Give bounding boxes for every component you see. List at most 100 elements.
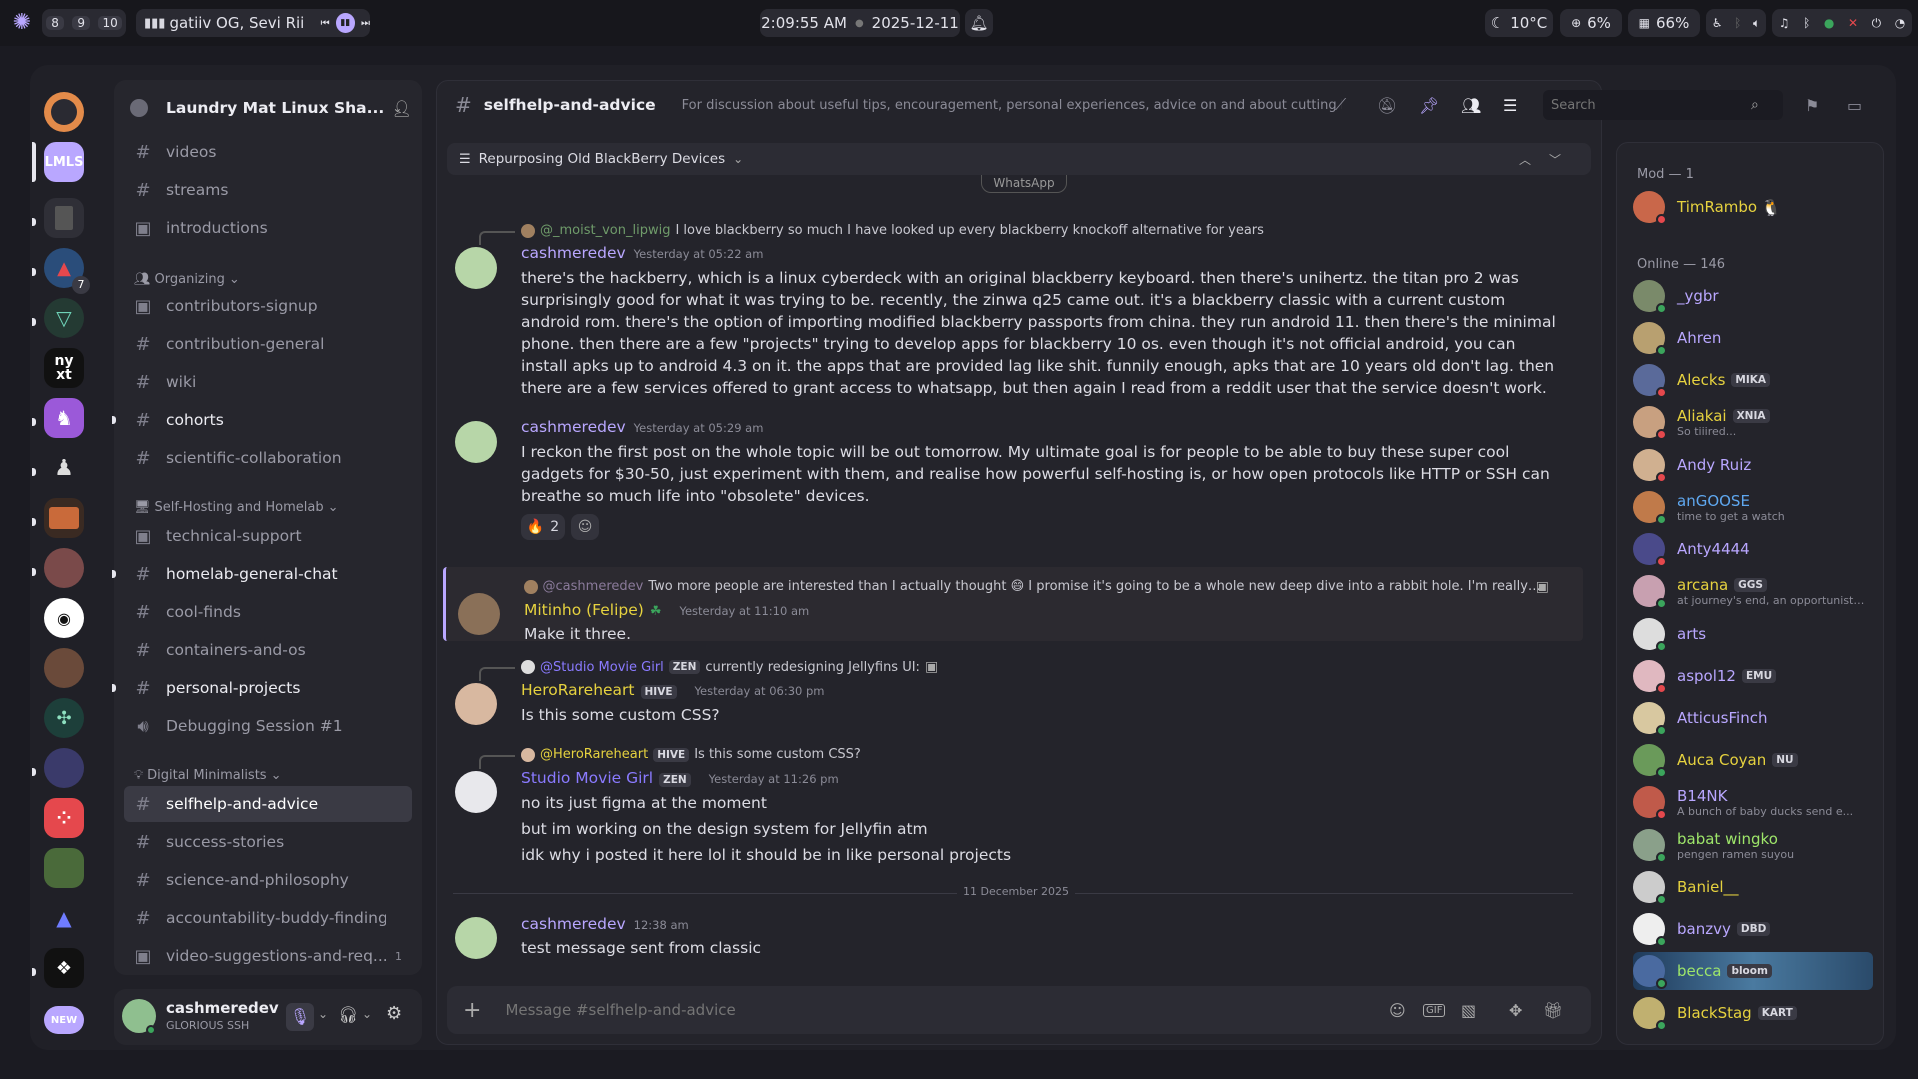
- gift-icon[interactable]: 🎁︎: [1543, 1001, 1563, 1020]
- search-input[interactable]: [1551, 97, 1751, 113]
- emoji-icon[interactable]: ☺: [1389, 1001, 1406, 1020]
- channel-item[interactable]: # contribution-general: [124, 326, 412, 362]
- server-unicorn[interactable]: ♞: [44, 398, 84, 438]
- message-author[interactable]: HeroRareheart: [521, 681, 635, 699]
- sticker-icon[interactable]: ▧: [1461, 1001, 1476, 1020]
- server-gpu[interactable]: ◉: [44, 598, 84, 638]
- member-item[interactable]: aspol12 EMU: [1633, 657, 1873, 695]
- add-reaction-icon[interactable]: ☺: [571, 514, 599, 540]
- server-tree[interactable]: [44, 848, 84, 888]
- member-item[interactable]: becca bloom: [1633, 952, 1873, 990]
- channel-item[interactable]: ▣ contributors-signup: [124, 288, 412, 324]
- channel-item[interactable]: # success-stories: [124, 824, 412, 860]
- pause-icon[interactable]: ▮▮: [335, 13, 355, 33]
- server-fox[interactable]: ❖: [44, 948, 84, 988]
- channel-item[interactable]: # accountability-buddy-finding: [124, 900, 412, 936]
- avatar[interactable]: [455, 421, 497, 463]
- server-new[interactable]: NEW: [44, 1006, 84, 1034]
- channel-item[interactable]: 🔊︎ Debugging Session #1: [124, 708, 412, 744]
- bluetooth-icon[interactable]: ᛒ: [1803, 16, 1810, 30]
- avatar-home[interactable]: [44, 92, 84, 132]
- member-item[interactable]: BlackStag KART: [1633, 994, 1873, 1032]
- member-item[interactable]: Alecks MIKA: [1633, 361, 1873, 399]
- channel-item[interactable]: # scientific-collaboration: [124, 440, 412, 476]
- member-item[interactable]: Aliakai XNIA So tiiired...: [1633, 403, 1873, 441]
- thread-bar[interactable]: ☰ Repurposing Old BlackBerry Devices ⌄ ︿…: [447, 143, 1591, 175]
- channel-item[interactable]: # science-and-philosophy: [124, 862, 412, 898]
- mic-options-chevron-icon[interactable]: ⌄: [318, 1007, 328, 1021]
- member-item[interactable]: Baniel__: [1633, 868, 1873, 906]
- server-retro[interactable]: [44, 498, 84, 538]
- message-author[interactable]: Mitinho (Felipe): [524, 601, 644, 619]
- vpn-icon[interactable]: ●: [1824, 16, 1834, 30]
- server-blackberry[interactable]: ⁘: [44, 798, 84, 838]
- server-nyxt[interactable]: ny xt: [44, 348, 84, 388]
- settings-icon[interactable]: ✺: [10, 11, 34, 35]
- avatar[interactable]: [455, 917, 497, 959]
- channel-item[interactable]: # streams: [124, 172, 412, 208]
- reaction-fire[interactable]: 🔥 2: [521, 514, 565, 540]
- channel-item[interactable]: # selfhelp-and-advice: [124, 786, 412, 822]
- message-author[interactable]: cashmeredev: [521, 244, 626, 262]
- member-list-icon[interactable]: 👥︎: [1461, 96, 1481, 115]
- avatar[interactable]: [455, 771, 497, 813]
- power-icon[interactable]: ⏻: [1872, 16, 1882, 31]
- notification-bell-icon[interactable]: 🔔︎: [965, 9, 993, 37]
- member-item[interactable]: arcana GGS at journey's end, an opportunis…: [1633, 572, 1873, 610]
- channel-item[interactable]: # wiki: [124, 364, 412, 400]
- server-hex[interactable]: ✣: [44, 698, 84, 738]
- pin-icon[interactable]: 📌︎: [1419, 96, 1439, 115]
- bluetooth-off-icon[interactable]: ᛒ: [1734, 16, 1741, 30]
- reply-preview[interactable]: @Studio Movie Girl ZEN currently redesig…: [479, 659, 938, 681]
- member-item[interactable]: AtticusFinch: [1633, 699, 1873, 737]
- member-item[interactable]: Ahren: [1633, 319, 1873, 357]
- member-item[interactable]: Andy Ruiz: [1633, 446, 1873, 484]
- reply-preview[interactable]: @_moist_von_lipwig I love blackberry so …: [479, 223, 1264, 245]
- channel-item[interactable]: ▣ technical-support: [124, 518, 412, 554]
- volume-icon[interactable]: 🔈︎: [1753, 16, 1760, 31]
- server-selfhost[interactable]: [44, 748, 84, 788]
- message-input[interactable]: [505, 1001, 1366, 1019]
- channel-item[interactable]: # cool-finds: [124, 594, 412, 630]
- chevron-up-icon[interactable]: ︿: [1519, 151, 1531, 168]
- add-attachment-icon[interactable]: +: [463, 998, 481, 1023]
- member-item[interactable]: B14NK A bunch of baby ducks send e...: [1633, 783, 1873, 821]
- gear-icon[interactable]: ⚙: [386, 1003, 402, 1024]
- channel-category[interactable]: 👥︎ Organizing ⌄: [134, 272, 240, 287]
- accessibility-icon[interactable]: ♿︎: [1712, 16, 1723, 30]
- channel-item[interactable]: # homelab-general-chat: [112, 556, 412, 592]
- member-item[interactable]: arts: [1633, 615, 1873, 653]
- channel-category[interactable]: 💡︎ Digital Minimalists ⌄: [134, 768, 282, 783]
- wifi-icon[interactable]: ◔: [1895, 16, 1905, 30]
- channel-item[interactable]: # personal-projects: [112, 670, 412, 706]
- member-item[interactable]: babat wingko pengen ramen suyou: [1633, 826, 1873, 864]
- headset-icon[interactable]: 🎧︎: [338, 1005, 358, 1024]
- mute-icon[interactable]: 🎙︎: [286, 1003, 314, 1031]
- thread-list-icon[interactable]: ☰: [1503, 96, 1517, 115]
- threads-icon[interactable]: ⟋: [1335, 95, 1346, 115]
- inbox-icon[interactable]: ▭: [1847, 96, 1862, 115]
- server-person[interactable]: [44, 548, 84, 588]
- channel-item[interactable]: ▣ introductions: [124, 210, 412, 246]
- channel-item[interactable]: # videos: [124, 134, 412, 170]
- message-author[interactable]: cashmeredev: [521, 418, 626, 436]
- apps-icon[interactable]: ✥: [1509, 1001, 1522, 1020]
- workspace-8[interactable]: 8: [46, 16, 64, 30]
- member-item[interactable]: _ygbr: [1633, 277, 1873, 315]
- member-item[interactable]: TimRambo 🐧: [1633, 188, 1873, 226]
- server-group[interactable]: [44, 648, 84, 688]
- server-header[interactable]: Laundry Mat Linux Sha... ⌄ 👤︎: [124, 88, 412, 128]
- member-item[interactable]: Auca Coyan NU: [1633, 741, 1873, 779]
- search-field[interactable]: ⌕: [1543, 90, 1783, 120]
- notification-mute-icon[interactable]: 🔕︎: [1377, 96, 1397, 115]
- reply-preview[interactable]: @HeroRareheart HIVE Is this some custom …: [479, 747, 861, 769]
- flag-icon[interactable]: ⚑: [1805, 96, 1819, 115]
- next-icon[interactable]: ⏭: [361, 18, 370, 29]
- add-user-icon[interactable]: 👤︎: [392, 99, 412, 118]
- channel-item[interactable]: ▣ video-suggestions-and-req... 1: [124, 938, 412, 974]
- server-penguin[interactable]: ♟: [44, 448, 84, 488]
- member-item[interactable]: anGOOSE time to get a watch: [1633, 488, 1873, 526]
- avatar[interactable]: [458, 593, 500, 635]
- chevron-down-icon[interactable]: ﹀: [1549, 151, 1561, 168]
- server-lmls[interactable]: LMLS: [44, 142, 84, 182]
